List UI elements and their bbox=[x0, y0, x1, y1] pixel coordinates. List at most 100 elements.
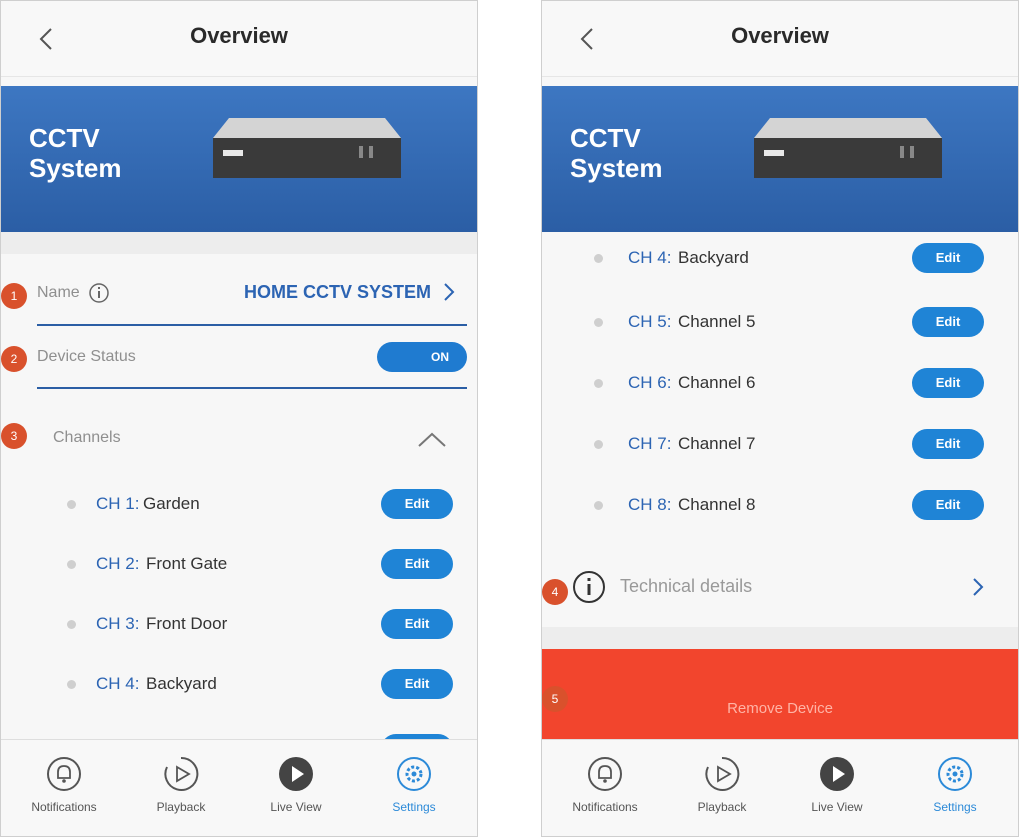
section-gap bbox=[542, 627, 1018, 649]
tab-label: Live View bbox=[270, 800, 322, 814]
phone-screen-right: Overview CCTV System CH 4: Backyard Edit… bbox=[541, 0, 1019, 837]
edit-channel-button[interactable]: Edit bbox=[912, 243, 984, 273]
device-status-toggle[interactable]: ON bbox=[377, 342, 467, 372]
playback-icon bbox=[164, 756, 199, 791]
device-title: CCTV System bbox=[29, 123, 122, 183]
edit-channel-button[interactable]: Edit bbox=[381, 669, 453, 699]
channel-name: Channel 5 bbox=[678, 312, 756, 331]
settings-icon bbox=[938, 757, 972, 791]
tab-label: Settings bbox=[392, 800, 436, 814]
tab-label: Settings bbox=[933, 800, 977, 814]
channel-status-dot bbox=[594, 318, 603, 327]
channel-status-dot bbox=[594, 501, 603, 510]
chevron-right-icon[interactable] bbox=[972, 577, 984, 597]
tab-label: Playback bbox=[697, 800, 747, 814]
page-title: Overview bbox=[190, 23, 288, 48]
settings-content: CH 4: Backyard Edit CH 5: Channel 5 Edit… bbox=[542, 232, 1018, 740]
channel-row: CH 2: Front Gate Edit bbox=[1, 534, 477, 594]
info-icon bbox=[573, 571, 605, 603]
channel-row: CH 7: Channel 7 Edit bbox=[542, 414, 1018, 474]
channel-status-dot bbox=[594, 254, 603, 263]
chevron-right-icon[interactable] bbox=[443, 282, 455, 302]
channel-number: CH 4: bbox=[628, 248, 672, 267]
device-name-value: HOME CCTV SYSTEM bbox=[243, 282, 431, 302]
settings-icon bbox=[397, 757, 431, 791]
channel-row: CH 8: Channel 8 Edit bbox=[542, 475, 1018, 535]
channel-status-dot bbox=[67, 680, 76, 689]
divider bbox=[37, 324, 467, 326]
toggle-state-label: ON bbox=[431, 350, 449, 364]
phone-screen-left: Overview CCTV System Name HOME CCTV SYST… bbox=[0, 0, 478, 837]
channel-status-dot bbox=[594, 379, 603, 388]
tab-notifications[interactable]: Notifications bbox=[9, 756, 119, 814]
device-title: CCTV System bbox=[570, 123, 663, 183]
tab-label: Notifications bbox=[31, 800, 97, 814]
channel-name: Front Gate bbox=[146, 554, 228, 573]
channel-row: CH 3: Front Door Edit bbox=[1, 594, 477, 654]
channel-status-dot bbox=[67, 620, 76, 629]
annotation-badge: 4 bbox=[542, 579, 568, 605]
channel-row: CH 4: Backyard Edit bbox=[1, 654, 477, 714]
channel-row: CH 5: Channel 5 Edit bbox=[542, 292, 1018, 352]
channel-name: Garden bbox=[143, 494, 200, 513]
settings-content: Name HOME CCTV SYSTEM Device Status ON C… bbox=[1, 254, 477, 740]
tab-label: Live View bbox=[811, 800, 863, 814]
channel-row: CH 6: Channel 6 Edit bbox=[542, 353, 1018, 413]
tab-label: Notifications bbox=[572, 800, 638, 814]
edit-channel-button[interactable]: Edit bbox=[912, 307, 984, 337]
chevron-up-icon[interactable] bbox=[417, 430, 447, 448]
channel-number: CH 5: bbox=[628, 312, 672, 331]
dvr-device-image bbox=[754, 118, 942, 178]
annotation-badge: 1 bbox=[1, 283, 27, 309]
live-view-icon bbox=[279, 757, 313, 791]
edit-channel-button[interactable]: Edit bbox=[381, 489, 453, 519]
channel-number: CH 7: bbox=[628, 434, 672, 453]
channel-number: CH 4: bbox=[96, 674, 140, 693]
channel-status-dot bbox=[594, 440, 603, 449]
channel-row: CH 4: Backyard Edit bbox=[542, 232, 1018, 292]
live-view-icon bbox=[820, 757, 854, 791]
channel-name: Front Door bbox=[146, 614, 228, 633]
tab-live-view[interactable]: Live View bbox=[782, 756, 892, 814]
channel-number: CH 3: bbox=[96, 614, 140, 633]
edit-channel-button[interactable]: Edit bbox=[912, 368, 984, 398]
channel-status-dot bbox=[67, 500, 76, 509]
channel-name: Channel 7 bbox=[678, 434, 756, 453]
tab-playback[interactable]: Playback bbox=[667, 756, 777, 814]
name-label: Name bbox=[37, 284, 80, 301]
tab-settings[interactable]: Settings bbox=[900, 756, 1010, 814]
info-icon[interactable] bbox=[88, 282, 110, 304]
section-gap bbox=[1, 232, 477, 254]
channels-label: Channels bbox=[53, 429, 121, 446]
channel-number: CH 1: bbox=[96, 494, 140, 513]
channel-name: Backyard bbox=[146, 674, 217, 693]
channel-number: CH 2: bbox=[96, 554, 140, 573]
edit-channel-button[interactable]: Edit bbox=[912, 490, 984, 520]
device-hero-banner: CCTV System bbox=[542, 86, 1018, 232]
technical-details-label: Technical details bbox=[620, 576, 753, 596]
top-bar: Overview bbox=[542, 1, 1018, 77]
bottom-tab-bar: Notifications Playback Live View Setting… bbox=[542, 739, 1018, 836]
channel-row: CH 1: Garden Edit bbox=[1, 474, 477, 534]
tab-playback[interactable]: Playback bbox=[126, 756, 236, 814]
bottom-tab-bar: Notifications Playback Live View Setting… bbox=[1, 739, 477, 836]
edit-channel-button[interactable]: Edit bbox=[381, 549, 453, 579]
device-hero-banner: CCTV System bbox=[1, 86, 477, 232]
edit-channel-button[interactable]: Edit bbox=[912, 429, 984, 459]
annotation-badge: 5 bbox=[542, 686, 568, 712]
tab-settings[interactable]: Settings bbox=[359, 756, 469, 814]
divider bbox=[37, 387, 467, 389]
channel-name: Backyard bbox=[678, 248, 749, 267]
dvr-device-image bbox=[213, 118, 401, 178]
edit-channel-button[interactable]: Edit bbox=[381, 609, 453, 639]
bell-icon bbox=[588, 757, 622, 791]
annotation-badge: 3 bbox=[1, 423, 27, 449]
tab-notifications[interactable]: Notifications bbox=[550, 756, 660, 814]
tab-live-view[interactable]: Live View bbox=[241, 756, 351, 814]
page-title: Overview bbox=[731, 23, 829, 48]
remove-device-button[interactable]: Remove Device bbox=[542, 649, 1018, 740]
channel-status-dot bbox=[67, 560, 76, 569]
bell-icon bbox=[47, 757, 81, 791]
channel-number: CH 6: bbox=[628, 373, 672, 392]
channel-name: Channel 6 bbox=[678, 373, 756, 392]
